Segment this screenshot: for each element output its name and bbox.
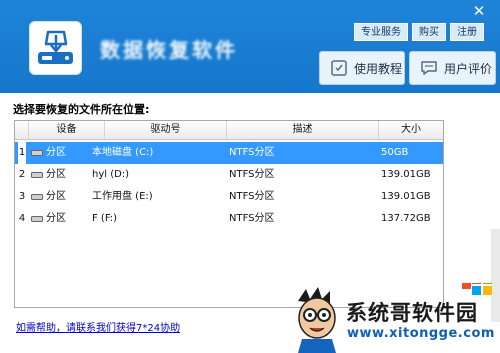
- review-label: 用户评价: [444, 61, 493, 76]
- row-description: NTFS分区: [229, 191, 275, 202]
- row-index: 4: [18, 213, 26, 224]
- hard-drive-icon: [38, 30, 73, 64]
- row-device: 分区: [46, 191, 66, 202]
- table-row[interactable]: 4 分区 F (F:) NTFS分区 137.72GB: [15, 208, 443, 230]
- row-drive: hyl (D:): [92, 169, 130, 180]
- drive-table: 设备 驱动号 描述 大小 1 分区 本地磁盘 (C:) NTFS分区 50GB …: [14, 120, 444, 308]
- table-row[interactable]: 1 分区 本地磁盘 (C:) NTFS分区 50GB: [15, 142, 443, 164]
- tutorial-label: 使用教程: [354, 61, 403, 76]
- location-prompt: 选择要恢复的文件所在位置:: [13, 103, 150, 116]
- disk-icon: [31, 150, 43, 156]
- row-size: 139.01GB: [381, 191, 431, 202]
- watermark-url: www.xitongge.com: [347, 326, 495, 341]
- app-title: 数据恢复软件: [100, 38, 238, 62]
- disk-icon: [31, 216, 43, 222]
- pro-service-link[interactable]: 专业服务: [354, 23, 408, 41]
- row-drive: F (F:): [92, 213, 118, 224]
- table-row[interactable]: 2 分区 hyl (D:) NTFS分区 139.01GB: [15, 164, 443, 186]
- comment-icon: [421, 61, 437, 75]
- column-device[interactable]: 设备: [29, 121, 105, 139]
- row-size: 139.01GB: [381, 169, 431, 180]
- book-icon: [331, 60, 347, 76]
- disk-icon: [31, 194, 43, 200]
- app-logo: [29, 21, 82, 75]
- column-description[interactable]: 描述: [227, 121, 379, 139]
- mascot-face-icon: [298, 287, 336, 353]
- row-device: 分区: [46, 147, 66, 158]
- column-drive[interactable]: 驱动号: [105, 121, 227, 139]
- row-device: 分区: [46, 169, 66, 180]
- row-description: NTFS分区: [229, 147, 275, 158]
- row-index: 2: [18, 169, 26, 180]
- tutorial-button[interactable]: 使用教程: [319, 51, 405, 85]
- close-button[interactable]: ✕: [462, 3, 496, 21]
- row-size: 50GB: [381, 147, 409, 158]
- row-description: NTFS分区: [229, 213, 275, 224]
- row-index: 1: [18, 142, 26, 164]
- row-description: NTFS分区: [229, 169, 275, 180]
- review-button[interactable]: 用户评价: [409, 51, 496, 85]
- row-device: 分区: [46, 213, 66, 224]
- row-drive: 工作用盘 (E:): [92, 191, 153, 202]
- register-link[interactable]: 注册: [450, 23, 484, 41]
- column-size[interactable]: 大小: [379, 121, 443, 139]
- column-index: [15, 121, 29, 139]
- row-size: 137.72GB: [381, 213, 431, 224]
- close-icon: ✕: [472, 2, 486, 20]
- top-links: 专业服务 购买 注册: [350, 23, 484, 41]
- row-index: 3: [18, 191, 26, 202]
- table-header: 设备 驱动号 描述 大小: [15, 121, 443, 140]
- help-link[interactable]: 如需帮助，请联系我们获得7*24协助: [16, 319, 180, 334]
- watermark-title: 系统哥软件园: [346, 301, 478, 325]
- table-row[interactable]: 3 分区 工作用盘 (E:) NTFS分区 139.01GB: [15, 186, 443, 208]
- buy-link[interactable]: 购买: [412, 23, 446, 41]
- disk-icon: [31, 172, 43, 178]
- row-drive: 本地磁盘 (C:): [92, 147, 154, 158]
